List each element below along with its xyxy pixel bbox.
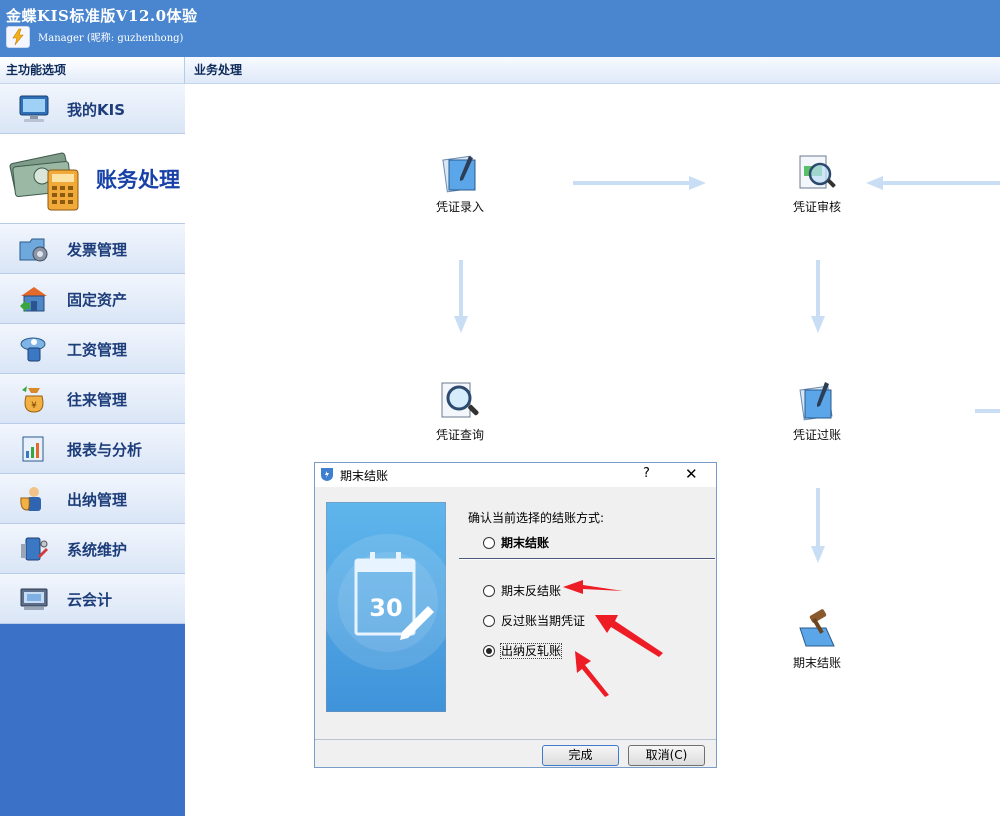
flow-arrow-left — [866, 176, 1000, 190]
voucher-entry-icon — [439, 152, 481, 194]
close-button[interactable]: ✕ — [685, 465, 698, 483]
flow-arrow-down — [811, 260, 825, 333]
flow-arrow-down — [454, 260, 468, 333]
finish-button[interactable]: 完成 — [542, 745, 619, 766]
sidebar-item-label: 云会计 — [67, 591, 113, 609]
radio-button[interactable] — [483, 537, 495, 549]
radio-button[interactable] — [483, 585, 495, 597]
node-voucher-entry[interactable]: 凭证录入 — [415, 152, 505, 215]
sidebar-item-fixed-assets[interactable]: 固定资产 — [0, 274, 185, 324]
node-label: 凭证审核 — [792, 200, 841, 214]
node-voucher-posting[interactable]: 凭证过账 — [772, 380, 862, 443]
flow-arrow-stub — [975, 409, 1000, 413]
option-unpost-vouchers[interactable]: 反过账当期凭证 — [483, 612, 585, 629]
sidebar-item-label: 我的KIS — [67, 101, 126, 119]
radio-button[interactable] — [483, 615, 495, 627]
node-label: 期末结账 — [792, 656, 841, 670]
sidebar-item-cloud-accounting[interactable]: 云会计 — [0, 574, 185, 624]
help-button[interactable]: ? — [643, 466, 650, 481]
sidebar-item-label: 往来管理 — [67, 391, 128, 409]
sidebar-header: 主功能选项 — [0, 57, 185, 84]
dialog-footer: 完成 取消(C) — [315, 739, 716, 767]
annotation-arrow — [575, 651, 609, 697]
dialog-title: 期末结账 — [340, 469, 389, 483]
node-label: 凭证查询 — [435, 428, 484, 442]
sidebar-item-receivables[interactable]: ¥ 往来管理 — [0, 374, 185, 424]
dialog-titlebar: 期末结账 ? ✕ — [315, 463, 716, 487]
radio-button-selected[interactable] — [483, 645, 495, 657]
sidebar-item-label: 固定资产 — [67, 291, 128, 309]
building-icon — [18, 284, 50, 314]
sidebar-item-invoice[interactable]: 发票管理 — [0, 224, 185, 274]
sidebar-item-label: 发票管理 — [67, 241, 128, 259]
option-period-close[interactable]: 期末结账 — [483, 534, 549, 551]
kis-logo-icon — [6, 26, 30, 48]
sidebar-item-system-maintenance[interactable]: 系统维护 — [0, 524, 185, 574]
current-user: Manager (昵称: guzhenhong) — [38, 33, 184, 44]
main-header: 业务处理 — [185, 57, 1000, 84]
sidebar-item-label: 账务处理 — [96, 168, 180, 192]
sidebar-item-payroll[interactable]: 工资管理 — [0, 324, 185, 374]
svg-text:¥: ¥ — [31, 401, 37, 411]
report-icon — [18, 434, 50, 464]
option-period-reverse-close[interactable]: 期末反结账 — [483, 582, 561, 599]
title-bar: 金蝶KIS标准版V12.0体验 Manager (昵称: guzhenhong) — [0, 0, 1000, 57]
cancel-button[interactable]: 取消(C) — [628, 745, 705, 766]
voucher-posting-icon — [796, 380, 838, 422]
money-bag-icon: ¥ — [18, 384, 50, 414]
sidebar-item-label: 系统维护 — [67, 541, 128, 559]
sidebar-item-label: 出纳管理 — [67, 491, 128, 509]
sidebar-item-label: 工资管理 — [67, 341, 128, 359]
voucher-audit-icon — [796, 152, 838, 194]
node-voucher-audit[interactable]: 凭证审核 — [772, 152, 862, 215]
calendar-banner-image: 30 — [320, 501, 456, 713]
dialog-body: 30 确认当前选择的结账方式: 期末结账 期末反结账 反过账当期凭证 出纳反轧账 — [315, 487, 716, 739]
sidebar-item-label: 报表与分析 — [67, 441, 143, 459]
calendar-day-text: 30 — [369, 594, 402, 622]
period-closing-icon — [796, 608, 838, 650]
node-label: 凭证录入 — [435, 200, 484, 214]
voucher-query-icon — [439, 380, 481, 422]
sidebar-item-cashier[interactable]: 出纳管理 — [0, 474, 185, 524]
period-closing-dialog: 期末结账 ? ✕ 30 确认当前选择的结账方式: 期末结账 期末反结账 反过账当… — [314, 462, 717, 768]
node-label: 凭证过账 — [792, 428, 841, 442]
sidebar: 我的KIS 账务处理 发票管理 固定资产 工资管理 ¥ 往来管理 报表与分析 出… — [0, 84, 185, 816]
sidebar-item-reports[interactable]: 报表与分析 — [0, 424, 185, 474]
flow-arrow-down — [811, 488, 825, 563]
cashier-icon — [18, 484, 50, 514]
option-cashier-reverse[interactable]: 出纳反轧账 — [483, 642, 563, 659]
node-period-closing[interactable]: 期末结账 — [772, 608, 862, 671]
invoice-folder-icon — [18, 234, 50, 264]
sidebar-item-my-kis[interactable]: 我的KIS — [0, 84, 185, 134]
monitor-icon — [18, 94, 50, 124]
sidebar-item-accounting[interactable]: 账务处理 — [0, 134, 185, 224]
tools-icon — [18, 534, 50, 564]
closing-method-question: 确认当前选择的结账方式: — [468, 511, 605, 525]
app-shield-icon — [320, 467, 334, 482]
payroll-icon — [18, 334, 50, 364]
annotation-arrow — [563, 580, 623, 594]
cloud-computer-icon — [18, 584, 50, 614]
calculator-money-icon — [8, 144, 84, 214]
flow-arrow-right — [573, 176, 706, 190]
app-title: 金蝶KIS标准版V12.0体验 — [6, 7, 198, 25]
node-voucher-query[interactable]: 凭证查询 — [415, 380, 505, 443]
